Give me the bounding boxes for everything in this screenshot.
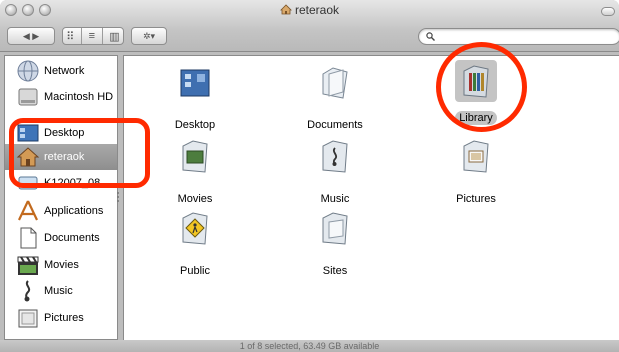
title-bar: reteraok ◀ ▶ ⠿ ≡ ▥ ✲▾ (0, 0, 619, 52)
public-folder-icon (182, 212, 208, 245)
movies-folder-icon (182, 140, 208, 173)
folder-icon-wrap (150, 138, 240, 174)
applications-icon (18, 200, 38, 221)
folder-item-label: Movies (177, 193, 213, 205)
status-bar: 1 of 8 selected, 63.49 GB available (0, 340, 619, 352)
sidebar-item-label: Applications (44, 205, 104, 217)
search-field[interactable] (418, 28, 619, 45)
sidebar-item-label: Documents (44, 232, 100, 244)
sidebar-item-reteraok[interactable]: reteraok (5, 144, 117, 170)
folder-item-label: Desktop (174, 119, 216, 131)
folder-icon-wrap (290, 64, 380, 100)
sidebar-item-desktop[interactable]: Desktop (5, 120, 117, 146)
sidebar-item-label: Network (44, 65, 85, 77)
sidebar-item-pictures[interactable]: Pictures (5, 305, 117, 331)
icon-view-icon[interactable]: ⠿ (66, 30, 74, 43)
library-folder-icon (463, 65, 489, 98)
folder-icon-wrap (150, 210, 240, 246)
folder-item-label: Sites (322, 265, 348, 277)
sidebar-item-macintosh-hd[interactable]: Macintosh HD (5, 84, 117, 110)
sites-folder-icon (322, 212, 348, 245)
action-menu-button[interactable]: ✲▾ (131, 27, 167, 45)
back-forward-arrows-icon: ◀ ▶ (22, 30, 40, 41)
documents-icon (20, 227, 37, 249)
drive-icon (18, 176, 38, 190)
folder-item-label: Public (180, 265, 210, 277)
movies-clapper-icon (17, 256, 39, 275)
folder-icon-wrap (455, 60, 497, 102)
desktop-icon (17, 124, 39, 142)
sidebar-item-music[interactable]: Music (5, 278, 117, 304)
music-note-icon (24, 280, 31, 302)
sidebar-item-label: Music (44, 285, 73, 297)
sidebar-item-label: Movies (44, 259, 79, 271)
folder-contents-area: Desktop Documents Library Movies Music P… (123, 55, 619, 340)
sidebar-item-documents[interactable]: Documents (5, 225, 117, 251)
folder-item-sites[interactable]: Sites (290, 210, 380, 278)
sidebar-item-movies[interactable]: Movies (5, 252, 117, 278)
folder-icon-wrap (431, 138, 521, 174)
folder-item-music[interactable]: Music (290, 138, 380, 206)
view-mode-selector[interactable]: ⠿ ≡ ▥ (62, 27, 124, 45)
sidebar-item-applications[interactable]: Applications (5, 198, 117, 224)
pictures-frame-icon (18, 309, 38, 328)
gear-icon: ✲▾ (142, 30, 156, 41)
search-icon (426, 32, 435, 41)
sidebar-item-k12007-08[interactable]: K12007_08 (5, 170, 117, 196)
hard-drive-icon (18, 88, 38, 106)
sidebar-resize-handle[interactable] (116, 190, 120, 204)
folder-icon-wrap (290, 138, 380, 174)
folder-item-library[interactable]: Library (431, 60, 521, 125)
sidebar-item-label: Desktop (44, 127, 85, 139)
music-folder-icon (322, 140, 348, 173)
home-icon (280, 4, 292, 15)
column-view-icon[interactable]: ▥ (109, 30, 119, 43)
folder-icon-wrap (290, 210, 380, 246)
network-globe-icon (17, 60, 39, 82)
folder-item-documents[interactable]: Documents (290, 64, 380, 132)
desktop-folder-icon (180, 69, 210, 97)
folder-item-public[interactable]: Public (150, 210, 240, 278)
folder-item-pictures[interactable]: Pictures (431, 138, 521, 206)
folder-item-label: Music (320, 193, 350, 205)
folder-item-label: Library (455, 111, 497, 125)
folder-item-label: Documents (307, 119, 363, 131)
folder-item-label: Pictures (456, 193, 496, 205)
home-house-icon (16, 147, 40, 167)
pictures-folder-icon (463, 140, 489, 173)
window-title: reteraok (294, 3, 340, 17)
folder-icon-wrap (150, 64, 240, 100)
sidebar-item-label: K12007_08 (44, 177, 101, 189)
back-forward-button[interactable]: ◀ ▶ (7, 27, 55, 45)
sidebar-item-label: Macintosh HD (44, 91, 114, 103)
window-title-container: reteraok (0, 3, 619, 17)
documents-folder-icon (322, 67, 348, 99)
folder-item-desktop[interactable]: Desktop (150, 64, 240, 132)
folder-item-movies[interactable]: Movies (150, 138, 240, 206)
search-input[interactable] (437, 30, 613, 43)
toolbar-toggle-button[interactable] (601, 7, 615, 16)
list-view-icon[interactable]: ≡ (89, 30, 95, 42)
finder-window: reteraok ◀ ▶ ⠿ ≡ ▥ ✲▾ Network Macintosh … (0, 0, 619, 352)
sidebar-item-network[interactable]: Network (5, 58, 117, 84)
sidebar-item-label: reteraok (44, 151, 85, 163)
sidebar: Network Macintosh HD Desktop reteraok K1… (4, 55, 118, 340)
sidebar-item-label: Pictures (44, 312, 84, 324)
